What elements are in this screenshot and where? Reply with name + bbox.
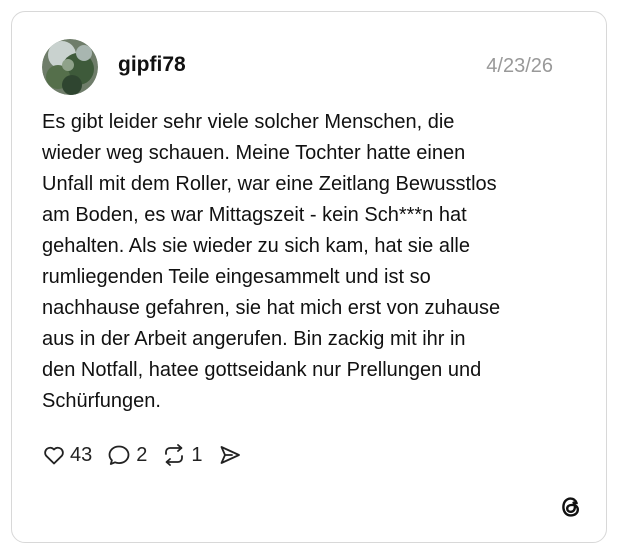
send-icon [220,446,240,464]
like-button[interactable]: 43 [42,442,92,468]
post-text: Es gibt leider sehr viele solcher Mensch… [42,111,501,412]
action-bar: 43 2 1 [42,440,257,470]
repost-count: 1 [191,444,203,466]
post-card: gipfi78 4/23/26 Es gibt leider sehr viel… [11,11,607,543]
heart-icon [44,446,64,465]
reply-count: 2 [136,444,148,466]
repost-icon [165,444,184,466]
share-button[interactable] [217,443,243,467]
repost-button[interactable]: 1 [161,442,203,468]
post-date: 4/23/26 [486,55,553,77]
reply-button[interactable]: 2 [106,442,147,468]
like-count: 43 [70,444,93,466]
avatar-image [42,39,98,95]
speech-bubble-icon [108,445,130,465]
threads-logo-icon [558,494,584,520]
avatar[interactable] [42,39,98,95]
username[interactable]: gipfi78 [118,52,186,78]
